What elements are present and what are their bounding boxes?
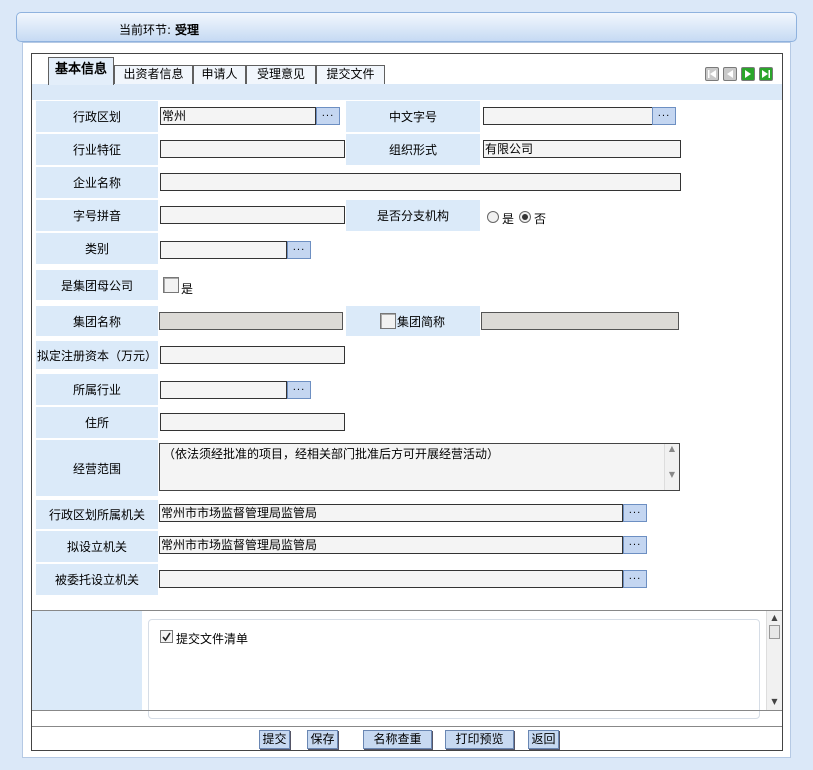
scroll-up-icon[interactable]: ▲ [767, 611, 782, 625]
company-name-label: 企业名称 [36, 167, 158, 198]
submit-list-label: 提交文件清单 [176, 632, 249, 646]
scope-label: 经营范围 [36, 440, 158, 496]
admin-region-field[interactable]: 常州 [160, 107, 316, 125]
group-name-label: 集团名称 [36, 306, 158, 336]
tab-applicant[interactable]: 申请人 [193, 65, 246, 84]
save-button[interactable]: 保存 [307, 730, 338, 749]
region-authority-picker[interactable]: ... [623, 504, 647, 522]
branch-label: 是否分支机构 [346, 200, 480, 231]
region-authority-label: 行政区划所属机关 [36, 500, 158, 529]
category-label: 类别 [36, 233, 158, 264]
stage-value: 受理 [175, 23, 200, 37]
stage-header: 当前环节: 受理 [16, 12, 797, 42]
industry-feature-label: 行业特征 [36, 134, 158, 165]
first-page-icon[interactable] [705, 67, 719, 81]
main-panel: 基本信息 出资者信息 申请人 受理意见 提交文件 行政区划 常州 ... 中文字… [22, 42, 791, 758]
group-short-label-cell: 集团简称 [346, 306, 480, 336]
admin-region-picker[interactable]: ... [316, 107, 340, 125]
tab-basic-info[interactable]: 基本信息 [48, 57, 114, 85]
company-name-field[interactable] [160, 173, 681, 191]
scope-scroll-up-icon[interactable]: ▲ [665, 444, 679, 454]
category-field[interactable] [160, 241, 287, 259]
submit-list-scrollbar[interactable]: ▲ ▼ [766, 611, 782, 710]
tab-acceptance-opinion[interactable]: 受理意见 [246, 65, 316, 84]
industry-field[interactable] [160, 381, 287, 399]
group-short-checkbox[interactable] [380, 313, 396, 329]
industry-feature-field[interactable] [160, 140, 345, 158]
cn-name-field[interactable] [483, 107, 653, 125]
prev-page-icon[interactable] [723, 67, 737, 81]
group-parent-check-text: 是 [181, 282, 194, 296]
last-page-icon[interactable] [759, 67, 773, 81]
branch-yes-text: 是 [502, 212, 515, 226]
scope-scrollbar[interactable]: ▲ ▼ [664, 444, 679, 490]
industry-picker[interactable]: ... [287, 381, 311, 399]
group-short-field[interactable] [481, 312, 679, 330]
category-picker[interactable]: ... [287, 241, 311, 259]
entrusted-authority-label: 被委托设立机关 [36, 564, 158, 595]
group-parent-checkbox[interactable] [163, 277, 179, 293]
back-button[interactable]: 返回 [528, 730, 559, 749]
branch-no-text: 否 [534, 212, 547, 226]
address-field[interactable] [160, 413, 345, 431]
next-page-icon[interactable] [741, 67, 755, 81]
capital-field[interactable] [160, 346, 345, 364]
tab-investor-info[interactable]: 出资者信息 [114, 65, 193, 84]
submit-button[interactable]: 提交 [259, 730, 290, 749]
pinyin-field[interactable] [160, 206, 345, 224]
proposed-authority-picker[interactable]: ... [623, 536, 647, 554]
org-form-field[interactable]: 有限公司 [483, 140, 681, 158]
branch-yes-radio[interactable] [487, 211, 499, 223]
scope-scroll-down-icon[interactable]: ▼ [665, 470, 679, 480]
proposed-authority-label: 拟设立机关 [36, 531, 158, 562]
submit-list-checkbox[interactable] [160, 630, 173, 643]
entrusted-authority-field[interactable] [159, 570, 623, 588]
branch-no-radio[interactable] [519, 211, 531, 223]
group-name-field[interactable] [159, 312, 343, 330]
tab-bar: 基本信息 出资者信息 申请人 受理意见 提交文件 [32, 54, 782, 100]
cn-name-label: 中文字号 [346, 101, 480, 132]
industry-label: 所属行业 [36, 374, 158, 405]
form-frame: 基本信息 出资者信息 申请人 受理意见 提交文件 行政区划 常州 ... 中文字… [31, 53, 783, 751]
region-authority-field[interactable]: 常州市市场监督管理局监管局 [159, 504, 623, 522]
checkmark-icon [162, 632, 171, 642]
scope-textarea[interactable]: （依法须经批准的项目，经相关部门批准后方可开展经营活动） [159, 443, 680, 491]
tab-submit-files[interactable]: 提交文件 [316, 65, 385, 84]
submit-list-side [32, 611, 142, 711]
print-preview-button[interactable]: 打印预览 [445, 730, 514, 749]
group-short-label: 集团简称 [397, 314, 446, 329]
capital-label: 拟定注册资本（万元） [36, 341, 158, 369]
scope-text: （依法须经批准的项目，经相关部门批准后方可开展经营活动） [163, 447, 500, 461]
admin-region-label: 行政区划 [36, 101, 158, 132]
group-parent-label: 是集团母公司 [36, 270, 158, 300]
cn-name-picker[interactable]: ... [652, 107, 676, 125]
scroll-down-icon[interactable]: ▼ [767, 695, 782, 709]
name-check-button[interactable]: 名称查重 [363, 730, 432, 749]
entrusted-authority-picker[interactable]: ... [623, 570, 647, 588]
org-form-label: 组织形式 [346, 134, 480, 165]
submit-list-box: 提交文件清单 [148, 619, 760, 719]
proposed-authority-field[interactable]: 常州市市场监督管理局监管局 [159, 536, 623, 554]
pinyin-label: 字号拼音 [36, 200, 158, 231]
address-label: 住所 [36, 407, 158, 438]
stage-label: 当前环节: 受理 [119, 23, 200, 37]
scroll-thumb[interactable] [769, 625, 780, 639]
